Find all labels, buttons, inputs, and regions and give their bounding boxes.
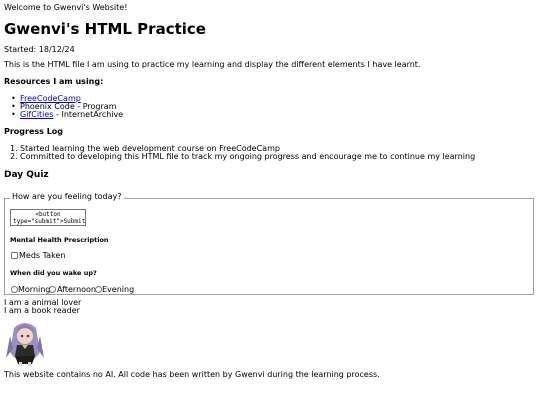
intro-text: This is the HTML file I am using to prac… [4, 60, 421, 69]
evening-label: Evening [102, 285, 135, 294]
fact-book-reader: I am a book reader [4, 306, 80, 315]
evening-radio[interactable] [95, 286, 102, 293]
fieldset-legend: How are you feeling today? [10, 192, 124, 202]
resources-heading: Resources I am using: [4, 77, 104, 86]
anime-character-gif-icon [6, 323, 44, 366]
gifcities-link[interactable]: GifCities [20, 110, 54, 119]
footer-text: This website contains no AI. All code ha… [4, 370, 380, 379]
page: Welcome to Gwenvi's Website! Gwenvi's HT… [0, 0, 540, 405]
started-date: Started: 18/12/24 [4, 45, 75, 54]
progress-heading: Progress Log [4, 127, 64, 136]
meds-checkbox[interactable] [11, 252, 18, 259]
resource-suffix: - InternetArchive [53, 110, 124, 119]
page-title: Gwenvi's HTML Practice [4, 20, 206, 38]
meds-label: Meds Taken [19, 251, 66, 260]
afternoon-radio[interactable] [49, 286, 56, 293]
progress-item: Committed to developing this HTML file t… [20, 152, 476, 161]
welcome-text: Welcome to Gwenvi's Website! [4, 3, 128, 12]
morning-radio[interactable] [11, 286, 18, 293]
morning-label: Morning [18, 285, 51, 294]
list-item: 2. Committed to developing this HTML fil… [10, 152, 476, 161]
feeling-textarea[interactable]: <button type="submit">Submit [10, 209, 86, 226]
mental-health-heading: Mental Health Prescription [10, 236, 109, 244]
quiz-heading: Day Quiz [4, 170, 49, 180]
list-item: • GifCities - InternetArchive [11, 110, 124, 119]
wake-heading: When did you wake up? [10, 269, 97, 277]
afternoon-label: Afternoon [57, 285, 96, 294]
